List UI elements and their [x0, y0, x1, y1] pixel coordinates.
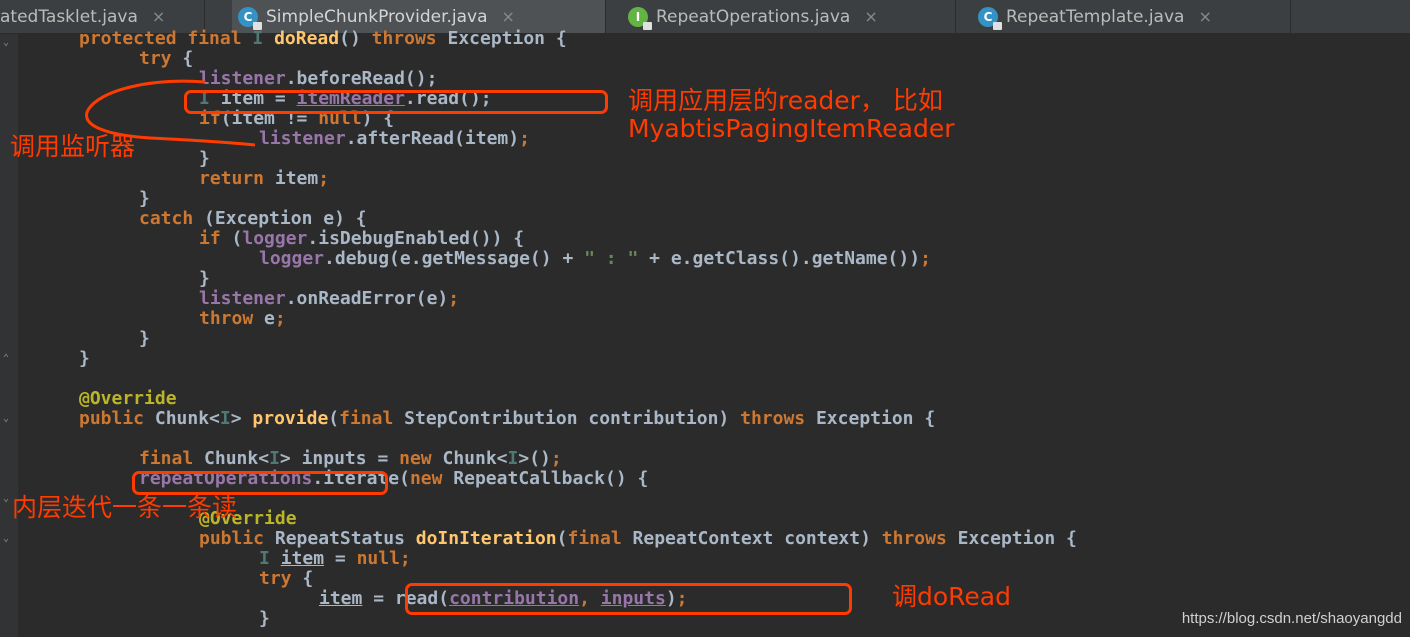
annotation-inner-iterate: 内层迭代一条一条读 [12, 493, 238, 522]
interface-icon: I [628, 6, 652, 30]
code-line[interactable]: } [79, 349, 90, 369]
tab-repeat-template[interactable]: C RepeatTemplate.java × [956, 0, 1291, 33]
lock-icon [643, 21, 652, 30]
code-line[interactable]: try { [259, 569, 313, 589]
tab-label: RepeatOperations.java [656, 6, 851, 27]
tab-label: RepeatTemplate.java [1006, 6, 1185, 27]
repeat-operations-highlight [132, 471, 388, 495]
class-icon: C [978, 6, 1002, 30]
code-line[interactable]: if (logger.isDebugEnabled()) { [199, 229, 524, 249]
code-line[interactable]: listener.onReadError(e); [199, 289, 459, 309]
code-line[interactable]: logger.debug(e.getMessage() + " : " + e.… [259, 249, 931, 269]
fold-icon[interactable]: ⌄ [3, 414, 13, 424]
annotation-call-listener: 调用监听器 [10, 132, 136, 161]
code-line[interactable]: } [139, 329, 150, 349]
close-icon[interactable]: × [1198, 7, 1211, 26]
lock-icon [993, 21, 1002, 30]
code-line[interactable]: I item = null; [259, 549, 411, 569]
code-line[interactable]: catch (Exception e) { [139, 209, 367, 229]
code-line[interactable]: } [199, 269, 210, 289]
code-line[interactable]: throw e; [199, 309, 286, 329]
close-icon[interactable]: × [864, 7, 877, 26]
code-line[interactable]: } [139, 189, 150, 209]
code-line[interactable]: } [259, 609, 270, 629]
close-icon[interactable]: × [502, 7, 515, 26]
annotation-reader-example: MyabtisPagingItemReader [628, 114, 955, 143]
read-call-highlight [405, 583, 852, 615]
reader-call-highlight [184, 90, 608, 114]
annotation-call-doread: 调doRead [892, 582, 1011, 611]
annotation-call-reader: 调用应用层的reader， 比如 [628, 86, 943, 115]
fold-icon[interactable]: ⌄ [3, 534, 13, 544]
code-line[interactable]: final Chunk<I> inputs = new Chunk<I>(); [139, 449, 562, 469]
fold-icon[interactable]: ⌃ [3, 354, 13, 364]
code-line[interactable]: public RepeatStatus doInIteration(final … [199, 529, 1077, 549]
tab-repeat-operations[interactable]: I RepeatOperations.java × [606, 0, 956, 33]
code-line[interactable]: @Override [79, 389, 177, 409]
watermark: https://blog.csdn.net/shaoyangdd [1181, 610, 1402, 627]
code-line[interactable]: public Chunk<I> provide(final StepContri… [79, 409, 935, 429]
